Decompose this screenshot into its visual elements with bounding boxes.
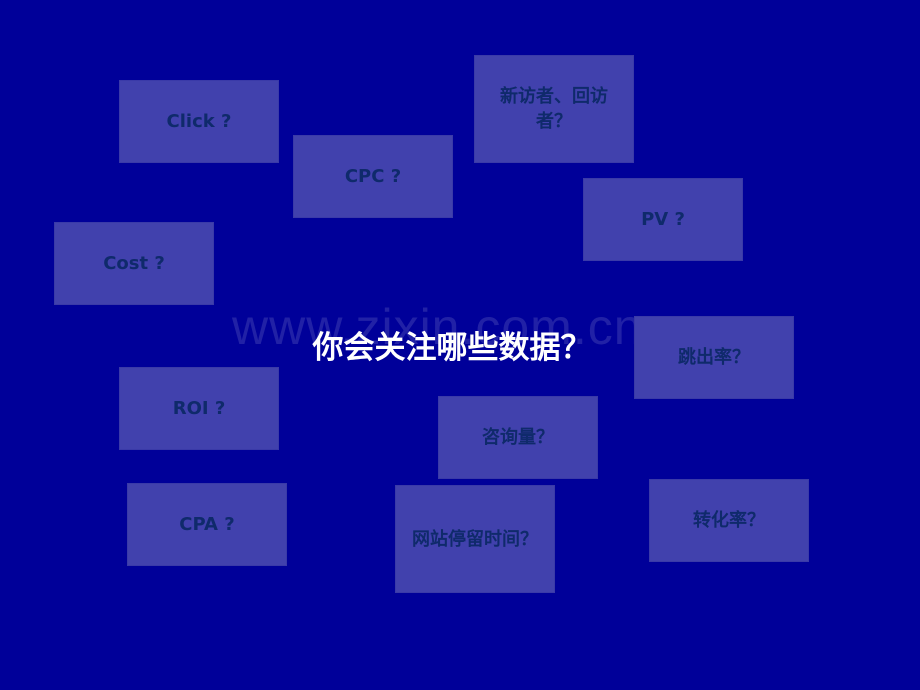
box-cpc: CPC ? xyxy=(293,135,453,218)
box-label: 网站停留时间？ xyxy=(412,528,538,550)
box-click: Click ? xyxy=(119,80,279,163)
slide-title-text: 你会关注哪些数据？ xyxy=(312,330,592,366)
box-label: PV ? xyxy=(641,209,685,230)
box-visitors: 新访者、回访者？ xyxy=(474,55,634,163)
box-roi: ROI ? xyxy=(119,367,279,450)
box-inquiries: 咨询量？ xyxy=(438,396,598,479)
box-label: CPC ? xyxy=(344,166,402,187)
box-pv: PV ? xyxy=(583,178,743,261)
box-cost: Cost ? xyxy=(54,222,214,305)
slide-title: 你会关注哪些数据？ xyxy=(0,322,920,367)
box-label: 新访者、回访者？ xyxy=(500,86,608,132)
box-time-on-site: 网站停留时间？ xyxy=(395,485,555,593)
box-label: 转化率？ xyxy=(693,510,765,531)
box-label: Cost ? xyxy=(103,253,165,274)
box-cpa: CPA ? xyxy=(127,483,287,566)
box-conversion-rate: 转化率？ xyxy=(649,479,809,562)
box-label: 咨询量？ xyxy=(482,427,554,448)
box-label: ROI ? xyxy=(172,398,226,419)
box-label: Click ? xyxy=(166,111,232,132)
box-label: CPA ? xyxy=(179,514,235,535)
